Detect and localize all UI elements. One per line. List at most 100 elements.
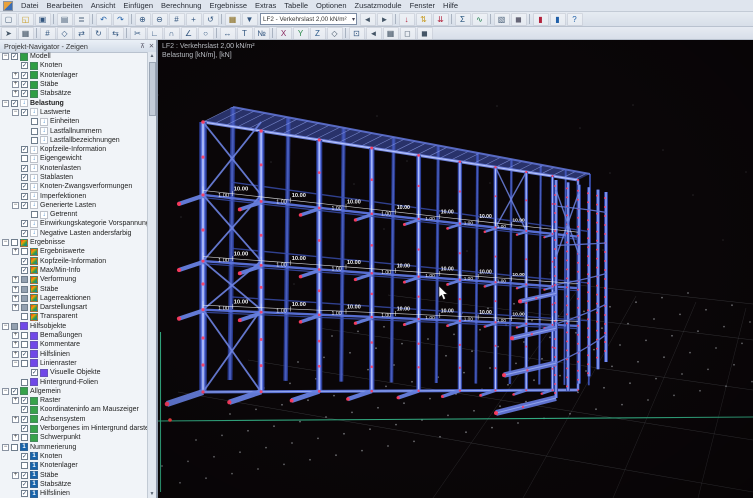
tree-expander-icon[interactable]: + xyxy=(12,351,19,358)
tree-item-kopfzeile-information[interactable]: ✓Kopfzeile-Information xyxy=(0,257,148,266)
checkbox[interactable] xyxy=(21,276,28,283)
checkbox[interactable] xyxy=(21,462,28,469)
checkbox[interactable] xyxy=(21,286,28,293)
view-y-icon[interactable]: Y xyxy=(293,27,309,40)
numbering-icon[interactable]: № xyxy=(254,27,270,40)
results-icon[interactable]: ∿ xyxy=(472,13,488,26)
rotate-objects-icon[interactable]: ↻ xyxy=(91,27,107,40)
tree-expander-icon[interactable]: − xyxy=(2,53,9,60)
divide-member-icon[interactable]: ✂ xyxy=(130,27,146,40)
tree-item-darstellungsart[interactable]: +Darstellungsart xyxy=(0,303,148,312)
tree-expander-icon[interactable]: + xyxy=(12,472,19,479)
zoom-out-icon[interactable]: ⊖ xyxy=(152,13,168,26)
scroll-down-icon[interactable]: ▼ xyxy=(148,490,156,498)
print-icon[interactable]: ▤ xyxy=(57,13,73,26)
redo-icon[interactable]: ↷ xyxy=(113,13,129,26)
next-loadcase-icon[interactable]: ► xyxy=(377,13,393,26)
tree-expander-icon[interactable]: − xyxy=(2,388,9,395)
tree-item-knotenlager[interactable]: 1Knotenlager xyxy=(0,461,148,470)
menu-item-tabelle[interactable]: Tabelle xyxy=(280,0,312,11)
checkbox[interactable]: ✓ xyxy=(21,109,28,116)
tree-item-kommentare[interactable]: +Kommentare xyxy=(0,340,148,349)
checkbox[interactable] xyxy=(11,239,18,246)
previous-zoom-icon[interactable]: ◄ xyxy=(366,27,382,40)
tree-item-stäbe[interactable]: +✓Stäbe xyxy=(0,80,148,89)
tree-item-lagerreaktionen[interactable]: +Lagerreaktionen xyxy=(0,294,148,303)
grid-toggle-icon[interactable]: ▦ xyxy=(383,27,399,40)
tree-item-hilfsobjekte[interactable]: −Hilfsobjekte xyxy=(0,322,148,331)
tree-item-lastfallbezeichnungen[interactable]: ↓Lastfallbezeichnungen xyxy=(0,136,148,145)
checkbox[interactable]: ✓ xyxy=(31,369,38,376)
tree-expander-icon[interactable]: − xyxy=(12,202,19,209)
checkbox[interactable]: ✓ xyxy=(21,351,28,358)
menu-item-optionen[interactable]: Optionen xyxy=(312,0,350,11)
new-load-icon[interactable]: ⇅ xyxy=(416,13,432,26)
calculation-icon[interactable]: Σ xyxy=(455,13,471,26)
tree-expander-icon[interactable]: + xyxy=(12,304,19,311)
isometric-view-icon[interactable]: ◇ xyxy=(327,27,343,40)
checkbox[interactable]: ✓ xyxy=(21,165,28,172)
snap-grid-icon[interactable]: # xyxy=(40,27,56,40)
tree-item-generierte-lasten[interactable]: −✓↓Generierte Lasten xyxy=(0,201,148,210)
tree-item-knotenlasten[interactable]: ✓↓Knotenlasten xyxy=(0,164,148,173)
tree-expander-icon[interactable]: + xyxy=(12,332,19,339)
tree-item-stäbe[interactable]: +✓1Stäbe xyxy=(0,470,148,479)
move-copy-icon[interactable]: ⇄ xyxy=(74,27,90,40)
checkbox[interactable]: ✓ xyxy=(21,416,28,423)
menu-item-zusatzmodule[interactable]: Zusatzmodule xyxy=(351,0,406,11)
wireframe-icon[interactable]: ◻ xyxy=(400,27,416,40)
tree-item-einheiten[interactable]: ↓Einheiten xyxy=(0,117,148,126)
display-properties-icon[interactable]: ▧ xyxy=(494,13,510,26)
checkbox[interactable] xyxy=(31,211,38,218)
tree-item-hilfslinien[interactable]: ✓1Hilfslinien xyxy=(0,489,148,498)
tree-item-lastfallnummern[interactable]: ↓Lastfallnummern xyxy=(0,126,148,135)
tree-expander-icon[interactable]: − xyxy=(2,323,9,330)
tree-item-ergebniswerte[interactable]: +Ergebniswerte xyxy=(0,247,148,256)
view-x-icon[interactable]: X xyxy=(276,27,292,40)
checkbox[interactable]: ✓ xyxy=(21,406,28,413)
tree-expander-icon[interactable]: + xyxy=(12,248,19,255)
checkbox[interactable]: ✓ xyxy=(21,220,28,227)
select-window-icon[interactable]: ▦ xyxy=(18,27,34,40)
tree-expander-icon[interactable]: + xyxy=(12,397,19,404)
tree-item-einwirkungskategorie-vorspannung[interactable]: ✓↓Einwirkungskategorie Vorspannung xyxy=(0,219,148,228)
tree-item-kopfzeile-information[interactable]: ✓↓Kopfzeile-Information xyxy=(0,145,148,154)
tree-expander-icon[interactable]: − xyxy=(2,100,9,107)
tree-item-belastung[interactable]: −✓↓Belastung xyxy=(0,98,148,107)
menu-item-bearbeiten[interactable]: Bearbeiten xyxy=(43,0,87,11)
angle-icon[interactable]: ∠ xyxy=(181,27,197,40)
tree-item-visuelle-objekte[interactable]: ✓Visuelle Objekte xyxy=(0,368,148,377)
open-file-icon[interactable]: ◱ xyxy=(18,13,34,26)
menu-item-einfügen[interactable]: Einfügen xyxy=(119,0,157,11)
tree-item-stabsätze[interactable]: ✓1Stabsätze xyxy=(0,480,148,489)
menu-item-fenster[interactable]: Fenster xyxy=(406,0,439,11)
tree-item-max-min-info[interactable]: ✓Max/Min-Info xyxy=(0,266,148,275)
tree-expander-icon[interactable]: + xyxy=(12,72,19,79)
tree-item-transparent[interactable]: Transparent xyxy=(0,312,148,321)
navigator-scrollbar[interactable]: ▲ ▼ xyxy=(147,52,156,498)
pan-view-icon[interactable]: + xyxy=(186,13,202,26)
help-icon[interactable]: ? xyxy=(567,13,583,26)
tree-item-stäbe[interactable]: +Stäbe xyxy=(0,284,148,293)
menu-item-ansicht[interactable]: Ansicht xyxy=(87,0,120,11)
checkbox[interactable] xyxy=(11,444,18,451)
checkbox[interactable] xyxy=(21,248,28,255)
checkbox[interactable] xyxy=(21,155,28,162)
checkbox[interactable]: ✓ xyxy=(11,388,18,395)
dimension-icon[interactable]: ↔ xyxy=(220,27,236,40)
checkbox[interactable]: ✓ xyxy=(21,425,28,432)
tree-item-getrennt[interactable]: ↓Getrennt xyxy=(0,210,148,219)
new-document-icon[interactable]: ▢ xyxy=(1,13,17,26)
tree-item-linienraster[interactable]: −Linienraster xyxy=(0,359,148,368)
tree-expander-icon[interactable]: + xyxy=(12,276,19,283)
flag-blue-icon[interactable]: ▮ xyxy=(550,13,566,26)
checkbox[interactable] xyxy=(21,341,28,348)
checkbox[interactable] xyxy=(21,434,28,441)
member-load-icon[interactable]: ⇊ xyxy=(433,13,449,26)
checkbox[interactable]: ✓ xyxy=(21,472,28,479)
tree-item-knotenlager[interactable]: +✓Knotenlager xyxy=(0,71,148,80)
scrollbar-thumb[interactable] xyxy=(149,62,156,116)
tree-expander-icon[interactable]: + xyxy=(12,434,19,441)
checkbox[interactable]: ✓ xyxy=(21,174,28,181)
rotate-view-icon[interactable]: ↺ xyxy=(203,13,219,26)
